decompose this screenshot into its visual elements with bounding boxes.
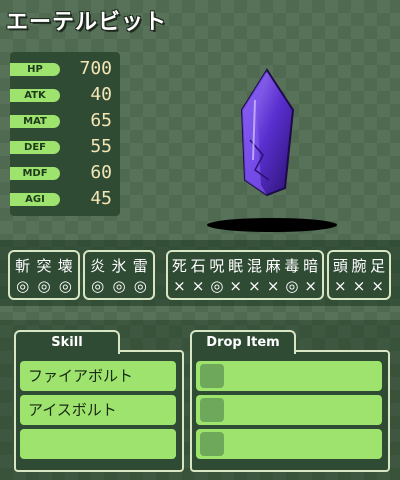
stat-label: HP [10,63,60,76]
item-icon [200,432,224,456]
resist-char: 頭 [332,257,348,275]
resist-mark: ◎ [91,277,105,295]
resist-mark: × [371,277,384,295]
stat-label: DEF [10,141,60,154]
resist-status: 死 石 呪 眠 混 麻 毒 暗 × × ◎ × × × ◎ × [166,250,324,300]
shadow [207,218,337,232]
skill-slot[interactable]: アイスボルト [20,395,176,425]
resist-char: 腕 [351,257,367,275]
stat-value: 60 [90,162,112,183]
resist-parts: 頭 腕 足 × × × [327,250,391,300]
resist-char: 石 [190,257,206,275]
resist-mark: ◎ [285,277,299,295]
resist-char: 氷 [111,257,127,275]
resist-char: 眠 [228,257,244,275]
stat-value: 65 [90,110,112,131]
resist-mark: × [229,277,242,295]
stat-row-hp: HP 700 [10,57,120,79]
resist-char: 足 [370,257,386,275]
resist-char: 暗 [303,257,319,275]
drop-slot[interactable] [196,361,382,391]
resist-element: 炎 氷 雷 ◎ ◎ ◎ [83,250,155,300]
stats-panel: HP 700 ATK 40 MAT 65 DEF 55 MDF 60 AGI 4… [10,52,120,216]
resist-mark: ◎ [58,277,72,295]
resist-char: 毒 [284,257,300,275]
stat-label: MDF [10,167,60,180]
resist-mark: × [352,277,366,295]
stat-value: 700 [79,58,112,79]
crystal-enemy-sprite [207,68,337,232]
stat-value: 45 [90,188,112,209]
stat-label: MAT [10,115,60,128]
resist-char: 壊 [57,257,73,275]
resist-mark: ◎ [37,277,51,295]
resist-mark: × [173,277,186,295]
stat-row-agi: AGI 45 [10,187,120,209]
resist-mark: × [266,277,280,295]
resist-mark: × [334,277,347,295]
resist-char: 雷 [132,257,148,275]
resist-char: 混 [246,257,262,275]
stat-value: 55 [90,136,112,157]
resist-mark: ◎ [16,277,30,295]
resist-physical: 斬 突 壊 ◎ ◎ ◎ [8,250,80,300]
resist-mark: ◎ [112,277,126,295]
resist-mark: × [191,277,205,295]
resist-char: 斬 [15,257,31,275]
item-icon [200,398,224,422]
resist-mark: ◎ [210,277,224,295]
resist-char: 突 [36,257,52,275]
stat-label: ATK [10,89,60,102]
resist-mark: × [304,277,317,295]
resist-char: 呪 [209,257,225,275]
resist-char: 炎 [90,257,106,275]
resist-char: 麻 [265,257,281,275]
tab-drop-item[interactable]: Drop Item [190,330,296,354]
stat-label: AGI [10,193,60,206]
stat-row-mat: MAT 65 [10,109,120,131]
skill-slot[interactable] [20,429,176,459]
enemy-name: エーテルビット [6,10,168,35]
drop-slot[interactable] [196,395,382,425]
stat-row-mdf: MDF 60 [10,161,120,183]
resist-mark: ◎ [133,277,147,295]
drop-slot[interactable] [196,429,382,459]
stat-row-atk: ATK 40 [10,83,120,105]
resist-char: 死 [171,257,187,275]
stat-value: 40 [90,84,112,105]
tab-skill[interactable]: Skill [14,330,120,354]
item-icon [200,364,224,388]
skill-slot[interactable]: ファイアボルト [20,361,176,391]
resist-mark: × [248,277,261,295]
stat-row-def: DEF 55 [10,135,120,157]
